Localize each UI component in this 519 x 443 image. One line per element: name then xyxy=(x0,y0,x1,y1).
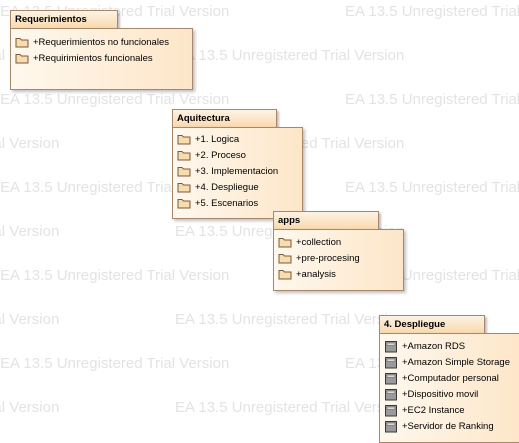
item-label: +Servidor de Ranking xyxy=(402,420,494,432)
list-item[interactable]: +5. Escenarios xyxy=(177,196,258,210)
node-icon xyxy=(385,356,397,368)
item-label: +collection xyxy=(296,236,342,248)
folder-icon xyxy=(278,254,292,264)
watermark-text: EA 13.5 Unregistered Trial Version xyxy=(175,47,405,64)
list-item[interactable]: +collection xyxy=(278,235,341,249)
item-label: +1. Logica xyxy=(195,133,240,145)
package-tab: Aquitectura xyxy=(172,109,277,127)
watermark-text: EA 13.5 Unregistered Trial Version xyxy=(345,3,519,20)
node-icon xyxy=(385,340,397,352)
list-item[interactable]: +4. Despliegue xyxy=(177,180,259,194)
item-label: +Requirimientos funcionales xyxy=(33,52,153,64)
node-icon xyxy=(385,404,397,416)
package-title: 4. Despliegue xyxy=(384,319,446,330)
item-label: +Requerimientos no funcionales xyxy=(33,36,169,48)
folder-icon xyxy=(177,135,191,145)
list-item[interactable]: +EC2 Instance xyxy=(384,403,465,417)
package-tab: Requerimientos xyxy=(10,10,118,28)
watermark-text: EA 13.5 Unregistered Trial Version xyxy=(0,135,60,152)
item-label: +4. Despliegue xyxy=(195,181,259,193)
package-tab: 4. Despliegue xyxy=(379,315,485,333)
item-label: +Computador personal xyxy=(402,372,499,384)
list-item[interactable]: +pre-procesing xyxy=(278,251,360,265)
folder-icon xyxy=(15,54,29,64)
package-title: Aquitectura xyxy=(177,113,230,124)
folder-icon xyxy=(177,151,191,161)
list-item[interactable]: +3. Implementacion xyxy=(177,164,278,178)
folder-icon xyxy=(177,183,191,193)
watermark-text: EA 13.5 Unregistered Trial Version xyxy=(345,179,519,196)
node-icon xyxy=(385,372,397,384)
item-label: +2. Proceso xyxy=(195,149,246,161)
list-item[interactable]: +analysis xyxy=(278,267,336,281)
list-item[interactable]: +1. Logica xyxy=(177,132,239,146)
package-tab: apps xyxy=(273,211,379,229)
node-icon xyxy=(385,388,397,400)
item-label: +Dispositivo movil xyxy=(402,388,479,400)
list-item[interactable]: +Requerimientos no funcionales xyxy=(15,35,169,49)
package-body: +Requerimientos no funcionales +Requirim… xyxy=(10,28,193,90)
list-item[interactable]: +Requirimientos funcionales xyxy=(15,51,153,65)
folder-icon xyxy=(278,270,292,280)
item-label: +5. Escenarios xyxy=(195,197,259,209)
list-item[interactable]: +Computador personal xyxy=(384,371,499,385)
item-label: +Amazon RDS xyxy=(402,340,466,352)
folder-icon xyxy=(15,38,29,48)
package-body: +1. Logica +2. Proceso +3. Implementacio… xyxy=(172,127,303,219)
item-label: +analysis xyxy=(296,268,336,280)
watermark-text: EA 13.5 Unregistered Trial Version xyxy=(175,311,405,328)
node-icon xyxy=(385,420,397,432)
folder-icon xyxy=(177,167,191,177)
list-item[interactable]: +Servidor de Ranking xyxy=(384,419,494,433)
package-title: apps xyxy=(278,215,301,226)
watermark-text: EA 13.5 Unregistered Trial Version xyxy=(0,399,60,416)
watermark-text: EA 13.5 Unregistered Trial Version xyxy=(175,399,405,416)
folder-icon xyxy=(278,238,292,248)
watermark-text: EA 13.5 Unregistered Trial Version xyxy=(0,355,230,372)
item-label: +3. Implementacion xyxy=(195,165,279,177)
item-label: +EC2 Instance xyxy=(402,404,465,416)
watermark-text: EA 13.5 Unregistered Trial Version xyxy=(0,91,230,108)
watermark-text: EA 13.5 Unregistered Trial Version xyxy=(0,311,60,328)
package-title: Requerimientos xyxy=(15,14,87,25)
list-item[interactable]: +Amazon Simple Storage xyxy=(384,355,510,369)
folder-icon xyxy=(177,199,191,209)
watermark-text: EA 13.5 Unregistered Trial Version xyxy=(0,267,230,284)
watermark-text: EA 13.5 Unregistered Trial Version xyxy=(0,223,60,240)
list-item[interactable]: +2. Proceso xyxy=(177,148,246,162)
package-body: +Amazon RDS +Amazon Simple Storage +Comp… xyxy=(379,333,519,443)
list-item[interactable]: +Dispositivo movil xyxy=(384,387,478,401)
package-body: +collection +pre-procesing +analysis xyxy=(273,229,404,291)
item-label: +pre-procesing xyxy=(296,252,360,264)
watermark-text: EA 13.5 Unregistered Trial Version xyxy=(345,91,519,108)
list-item[interactable]: +Amazon RDS xyxy=(384,339,465,353)
item-label: +Amazon Simple Storage xyxy=(402,356,510,368)
